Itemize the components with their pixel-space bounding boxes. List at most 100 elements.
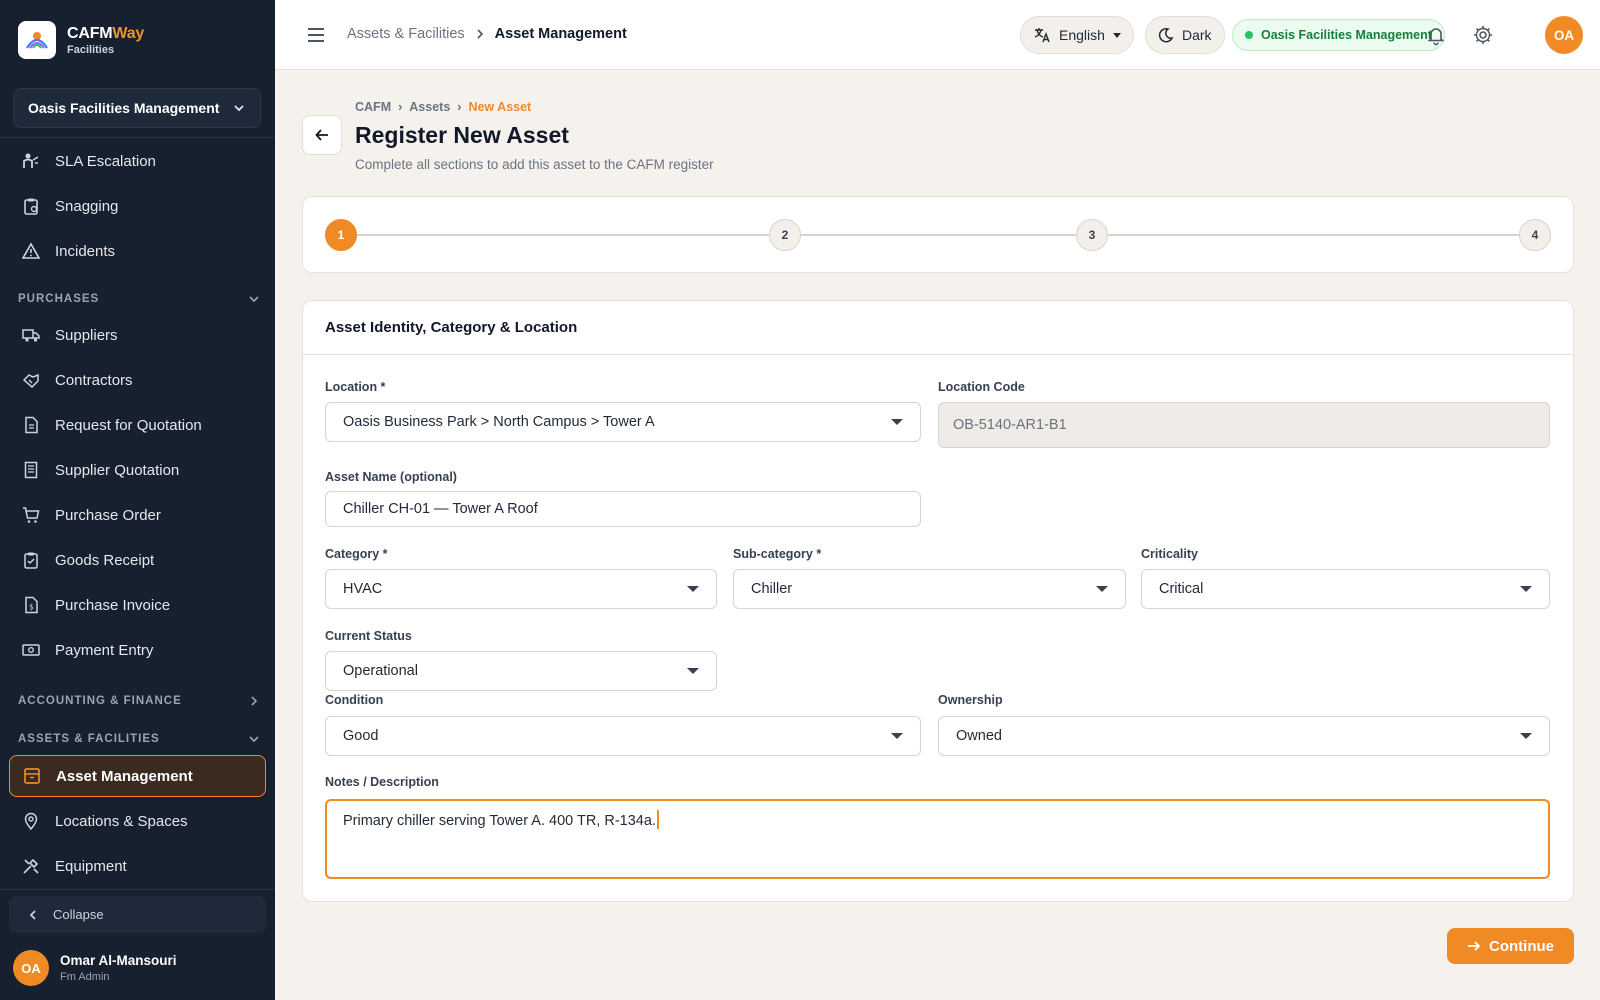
- step-2[interactable]: 2: [769, 219, 801, 251]
- criticality-select[interactable]: Critical: [1141, 569, 1550, 609]
- gear-icon[interactable]: [1472, 24, 1494, 46]
- sidebar-item-sla-escalation[interactable]: SLA Escalation: [9, 141, 266, 181]
- sidebar-item-label: Locations & Spaces: [55, 812, 188, 830]
- tools-icon: [22, 857, 40, 875]
- sidebar-item-contractors[interactable]: Contractors: [9, 360, 266, 400]
- sidebar-item-payment-entry[interactable]: Payment Entry: [9, 630, 266, 670]
- sidebar-item-purchase-invoice[interactable]: $ Purchase Invoice: [9, 585, 266, 625]
- caret-down-icon: [1520, 733, 1532, 739]
- sidebar-item-incidents[interactable]: Incidents: [9, 231, 266, 271]
- status-dot-icon: [1245, 31, 1253, 39]
- sidebar-item-goods-receipt[interactable]: Goods Receipt: [9, 540, 266, 580]
- sidebar-item-label: Asset Management: [56, 767, 193, 785]
- chevron-right-icon: [477, 29, 483, 39]
- section-accounting-finance[interactable]: ACCOUNTING & FINANCE: [18, 695, 260, 707]
- page-breadcrumb-item[interactable]: Assets: [409, 100, 450, 114]
- step-1[interactable]: 1: [325, 219, 357, 251]
- avatar[interactable]: OA: [1545, 16, 1583, 54]
- sidebar-item-supplier-quotation[interactable]: Supplier Quotation: [9, 450, 266, 490]
- text-cursor: [656, 810, 659, 829]
- criticality-value: Critical: [1159, 581, 1204, 597]
- condition-select[interactable]: Good: [325, 716, 921, 756]
- receipt-icon: [22, 461, 40, 479]
- criticality-label: Criticality: [1141, 547, 1198, 561]
- org-selector[interactable]: Oasis Facilities Management: [13, 88, 261, 128]
- bell-icon[interactable]: [1425, 24, 1447, 46]
- sidebar-item-locations-spaces[interactable]: Locations & Spaces: [9, 801, 266, 841]
- moon-icon: [1158, 27, 1174, 43]
- svg-text:$: $: [29, 603, 34, 612]
- status-label: Current Status: [325, 629, 412, 643]
- page-breadcrumb: CAFM › Assets › New Asset: [355, 100, 531, 114]
- language-selector[interactable]: English: [1020, 16, 1134, 54]
- location-label: Location *: [325, 380, 386, 394]
- section-title: PURCHASES: [18, 293, 100, 305]
- category-select[interactable]: HVAC: [325, 569, 717, 609]
- location-code-value: OB-5140-AR1-B1: [953, 417, 1067, 433]
- page-breadcrumb-current: New Asset: [468, 100, 532, 114]
- menu-icon[interactable]: [305, 24, 327, 46]
- chevron-right-icon: [251, 696, 258, 706]
- caret-down-icon: [1096, 586, 1108, 592]
- invoice-icon: $: [22, 596, 40, 614]
- step-3[interactable]: 3: [1076, 219, 1108, 251]
- truck-icon: [22, 326, 40, 344]
- ownership-label: Ownership: [938, 693, 1003, 707]
- back-button[interactable]: [302, 115, 342, 155]
- cart-icon: [22, 506, 40, 524]
- continue-button[interactable]: Continue: [1447, 928, 1574, 964]
- asset-name-input[interactable]: Chiller CH-01 — Tower A Roof: [325, 491, 921, 527]
- sidebar-item-purchase-order[interactable]: Purchase Order: [9, 495, 266, 535]
- user-profile[interactable]: OA Omar Al-Mansouri Fm Admin: [13, 950, 177, 986]
- sidebar-item-label: Purchase Order: [55, 506, 161, 524]
- caret-down-icon: [891, 419, 903, 425]
- page-breadcrumb-item[interactable]: CAFM: [355, 100, 391, 114]
- sidebar-item-label: Equipment: [55, 857, 127, 875]
- section-title: ACCOUNTING & FINANCE: [18, 695, 182, 707]
- location-code-field: OB-5140-AR1-B1: [938, 402, 1550, 448]
- notes-textarea[interactable]: Primary chiller serving Tower A. 400 TR,…: [325, 799, 1550, 879]
- sidebar-item-request-for-quotation[interactable]: Request for Quotation: [9, 405, 266, 445]
- theme-label: Dark: [1182, 27, 1212, 43]
- status-select[interactable]: Operational: [325, 651, 717, 691]
- sidebar-item-asset-management[interactable]: Asset Management: [9, 755, 266, 797]
- chevron-right-icon: ›: [457, 100, 462, 114]
- subcategory-select[interactable]: Chiller: [733, 569, 1126, 609]
- chevron-down-icon: [234, 105, 244, 112]
- ownership-select[interactable]: Owned: [938, 716, 1550, 756]
- user-name: Omar Al-Mansouri: [60, 953, 177, 968]
- clipboard-icon: [22, 197, 40, 215]
- chevron-down-icon: [249, 296, 259, 303]
- caret-down-icon: [1112, 32, 1121, 38]
- sidebar-item-label: Payment Entry: [55, 641, 154, 659]
- sidebar-item-snagging[interactable]: Snagging: [9, 186, 266, 226]
- condition-value: Good: [343, 728, 379, 744]
- sidebar-item-suppliers[interactable]: Suppliers: [9, 315, 266, 355]
- breadcrumb-parent[interactable]: Assets & Facilities: [347, 26, 465, 42]
- handshake-icon: [22, 371, 40, 389]
- location-select[interactable]: Oasis Business Park > North Campus > Tow…: [325, 402, 921, 442]
- sidebar-item-label: Incidents: [55, 242, 116, 260]
- section-purchases[interactable]: PURCHASES: [18, 293, 260, 305]
- arrow-right-icon: [1468, 941, 1481, 951]
- category-label: Category *: [325, 547, 388, 561]
- org-selector-label: Oasis Facilities Management: [28, 100, 220, 116]
- org-status-badge[interactable]: Oasis Facilities Management: [1232, 19, 1445, 51]
- subcategory-value: Chiller: [751, 581, 793, 597]
- step-4[interactable]: 4: [1519, 219, 1551, 251]
- ownership-value: Owned: [956, 728, 1002, 744]
- sidebar-item-label: Snagging: [55, 197, 119, 215]
- form-section-title: Asset Identity, Category & Location: [303, 301, 1573, 355]
- collapse-button[interactable]: Collapse: [9, 896, 266, 933]
- section-assets-facilities[interactable]: ASSETS & FACILITIES: [18, 733, 260, 745]
- arrow-left-icon: [315, 129, 328, 141]
- brand-name: CAFMWay: [67, 24, 145, 42]
- language-label: English: [1059, 27, 1105, 43]
- breadcrumb: Assets & Facilities Asset Management: [347, 26, 627, 42]
- theme-toggle[interactable]: Dark: [1145, 16, 1225, 54]
- brand[interactable]: CAFMWay Facilities: [0, 0, 275, 80]
- notes-value: Primary chiller serving Tower A. 400 TR,…: [343, 813, 656, 829]
- user-role: Fm Admin: [60, 971, 110, 983]
- sidebar-divider: [0, 889, 275, 890]
- sidebar-item-equipment[interactable]: Equipment: [9, 846, 266, 886]
